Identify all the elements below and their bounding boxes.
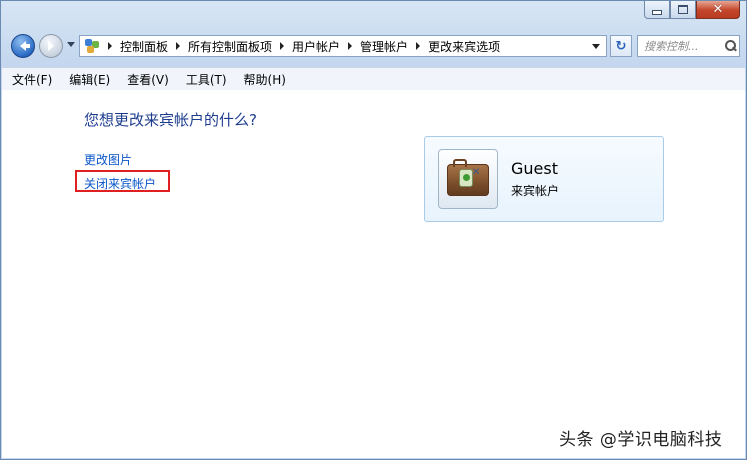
breadcrumb-separator-icon[interactable] [108,42,112,50]
back-button[interactable] [11,34,35,58]
menu-edit[interactable]: 编辑(E) [59,71,117,88]
search-box[interactable] [637,35,740,57]
search-input[interactable] [644,39,722,53]
turn-off-guest-link[interactable]: 关闭来宾帐户 [84,175,156,192]
breadcrumb-separator-icon[interactable] [176,42,181,50]
address-bar[interactable]: 控制面板 所有控制面板项 用户帐户 管理帐户 更改来宾选项 [79,35,607,57]
account-type: 来宾帐户 [511,184,560,198]
breadcrumb: 控制面板 所有控制面板项 用户帐户 管理帐户 更改来宾选项 [100,38,500,55]
watermark-text: 头条 @学识电脑科技 [559,430,723,450]
address-dropdown-icon[interactable] [592,44,600,49]
breadcrumb-separator-icon[interactable] [416,42,421,50]
close-icon: ✕ [712,2,724,17]
caption-buttons: ✕ [644,1,740,21]
content-pane: 您想更改来宾帐户的什么? 更改图片 关闭来宾帐户 ✕ Guest 来宾帐户 头条… [2,90,745,458]
avatar: ✕ [438,149,498,209]
window-frame: ✕ 控制面板 所有控制面板项 用户帐户 管理帐户 更改来宾选项 ↻ 搜索控制..… [0,0,747,460]
menu-help[interactable]: 帮助(H) [234,71,293,88]
refresh-button[interactable]: ↻ [610,35,632,57]
recent-pages-dropdown-icon[interactable] [67,42,75,47]
account-card: ✕ Guest 来宾帐户 [424,136,664,222]
maximize-icon [678,5,688,14]
refresh-icon: ↻ [615,38,627,54]
page-title: 您想更改来宾帐户的什么? [84,111,257,129]
search-icon[interactable] [724,39,738,53]
breadcrumb-separator-icon[interactable] [280,42,285,50]
navigation-bar: 控制面板 所有控制面板项 用户帐户 管理帐户 更改来宾选项 ↻ [9,33,740,61]
minimize-icon [652,10,662,15]
change-picture-link[interactable]: 更改图片 [84,151,132,168]
breadcrumb-item-all-items[interactable]: 所有控制面板项 [188,38,272,55]
account-name: Guest [511,159,558,178]
back-arrow-icon [20,41,30,51]
suitcase-icon: ✕ [447,159,489,196]
menu-bar: 文件(F) 编辑(E) 查看(V) 工具(T) 帮助(H) [2,67,745,91]
forward-arrow-icon [48,41,54,51]
breadcrumb-item-user-accounts[interactable]: 用户帐户 [292,38,340,55]
maximize-button[interactable] [670,1,696,19]
minimize-button[interactable] [644,1,670,19]
control-panel-icon [84,38,100,54]
breadcrumb-item-control-panel[interactable]: 控制面板 [120,38,168,55]
breadcrumb-item-manage-accounts[interactable]: 管理帐户 [360,38,408,55]
breadcrumb-item-guest-options[interactable]: 更改来宾选项 [428,38,500,55]
menu-file[interactable]: 文件(F) [2,71,59,88]
breadcrumb-separator-icon[interactable] [348,42,353,50]
menu-view[interactable]: 查看(V) [117,71,176,88]
close-button[interactable]: ✕ [696,1,740,19]
forward-button[interactable] [39,34,63,58]
menu-tools[interactable]: 工具(T) [176,71,234,88]
